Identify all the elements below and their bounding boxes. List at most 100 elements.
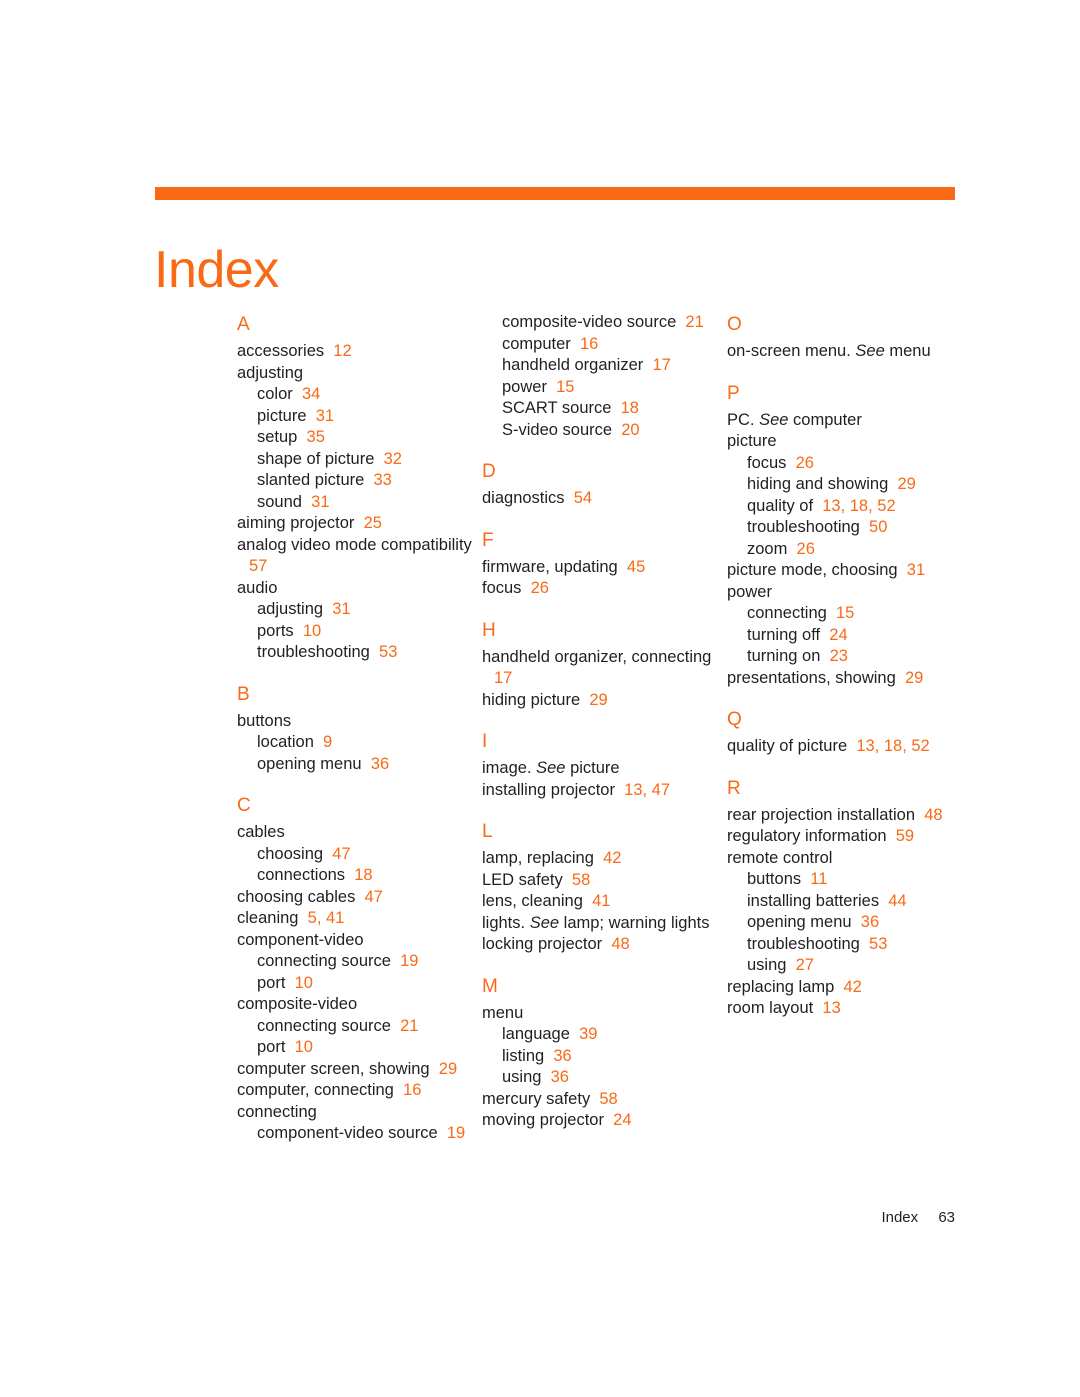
index-entry[interactable]: diagnostics 54 — [482, 488, 727, 510]
index-entry[interactable]: buttons 11 — [727, 869, 972, 891]
index-entry[interactable]: port 10 — [237, 1037, 482, 1059]
index-entry[interactable]: LED safety 58 — [482, 870, 727, 892]
index-entry[interactable]: component-video source 19 — [237, 1123, 482, 1145]
index-entry-pages[interactable]: 21 — [400, 1017, 418, 1035]
index-entry-pages[interactable]: 10 — [295, 1038, 313, 1056]
index-entry-pages[interactable]: 48 — [611, 935, 629, 953]
index-entry[interactable]: handheld organizer 17 — [482, 355, 727, 377]
index-entry[interactable]: composite-video — [237, 994, 482, 1016]
index-entry[interactable]: picture 31 — [237, 406, 482, 428]
index-entry-pages[interactable]: 13, 47 — [624, 781, 670, 799]
index-entry[interactable]: handheld organizer, connecting 17 — [482, 647, 727, 690]
index-entry-pages[interactable]: 36 — [553, 1047, 571, 1065]
index-entry[interactable]: installing projector 13, 47 — [482, 780, 727, 802]
index-entry[interactable]: choosing 47 — [237, 844, 482, 866]
index-entry-pages[interactable]: 11 — [810, 870, 827, 888]
index-entry[interactable]: regulatory information 59 — [727, 826, 972, 848]
index-entry-pages[interactable]: 45 — [627, 558, 645, 576]
index-entry[interactable]: replacing lamp 42 — [727, 977, 972, 999]
index-entry-pages[interactable]: 36 — [371, 755, 389, 773]
index-entry-pages[interactable]: 47 — [365, 888, 383, 906]
index-entry-pages[interactable]: 36 — [861, 913, 879, 931]
index-entry[interactable]: zoom 26 — [727, 539, 972, 561]
index-entry[interactable]: menu — [482, 1003, 727, 1025]
index-entry-pages[interactable]: 35 — [307, 428, 325, 446]
index-entry[interactable]: language 39 — [482, 1024, 727, 1046]
index-entry-pages[interactable]: 24 — [829, 626, 847, 644]
index-entry[interactable]: remote control — [727, 848, 972, 870]
index-entry[interactable]: using 36 — [482, 1067, 727, 1089]
index-entry[interactable]: mercury safety 58 — [482, 1089, 727, 1111]
index-entry[interactable]: buttons — [237, 711, 482, 733]
index-entry[interactable]: connecting — [237, 1102, 482, 1124]
index-entry[interactable]: analog video mode compatibility 57 — [237, 535, 482, 578]
index-entry-pages[interactable]: 15 — [836, 604, 854, 622]
index-entry-pages[interactable]: 47 — [332, 845, 350, 863]
index-entry[interactable]: shape of picture 32 — [237, 449, 482, 471]
index-entry[interactable]: presentations, showing 29 — [727, 668, 972, 690]
index-entry-pages[interactable]: 17 — [652, 356, 670, 374]
index-entry[interactable]: cables — [237, 822, 482, 844]
index-entry-pages[interactable]: 23 — [830, 647, 848, 665]
index-entry[interactable]: connecting source 21 — [237, 1016, 482, 1038]
index-entry[interactable]: focus 26 — [727, 453, 972, 475]
index-entry-pages[interactable]: 10 — [303, 622, 321, 640]
index-entry-pages[interactable]: 59 — [896, 827, 914, 845]
index-entry[interactable]: listing 36 — [482, 1046, 727, 1068]
index-entry-pages[interactable]: 57 — [249, 557, 267, 575]
index-entry[interactable]: aiming projector 25 — [237, 513, 482, 535]
index-entry-pages[interactable]: 50 — [869, 518, 887, 536]
index-entry[interactable]: firmware, updating 45 — [482, 557, 727, 579]
index-entry[interactable]: troubleshooting 50 — [727, 517, 972, 539]
index-entry-pages[interactable]: 33 — [374, 471, 392, 489]
index-entry-pages[interactable]: 13 — [822, 999, 840, 1017]
index-entry[interactable]: lights. See lamp; warning lights — [482, 913, 727, 935]
index-entry-pages[interactable]: 26 — [796, 454, 814, 472]
index-entry[interactable]: hiding and showing 29 — [727, 474, 972, 496]
index-entry[interactable]: audio — [237, 578, 482, 600]
index-entry-pages[interactable]: 29 — [897, 475, 915, 493]
index-entry[interactable]: on-screen menu. See menu — [727, 341, 972, 363]
index-entry-pages[interactable]: 24 — [613, 1111, 631, 1129]
index-entry[interactable]: troubleshooting 53 — [237, 642, 482, 664]
index-entry-pages[interactable]: 41 — [592, 892, 610, 910]
index-entry-pages[interactable]: 32 — [384, 450, 402, 468]
index-entry[interactable]: ports 10 — [237, 621, 482, 643]
index-entry-pages[interactable]: 31 — [907, 561, 925, 579]
index-entry[interactable]: room layout 13 — [727, 998, 972, 1020]
index-entry[interactable]: connections 18 — [237, 865, 482, 887]
index-entry[interactable]: computer 16 — [482, 334, 727, 356]
index-entry[interactable]: opening menu 36 — [237, 754, 482, 776]
index-entry[interactable]: turning off 24 — [727, 625, 972, 647]
index-entry-pages[interactable]: 19 — [400, 952, 418, 970]
index-entry[interactable]: opening menu 36 — [727, 912, 972, 934]
index-entry-pages[interactable]: 34 — [302, 385, 320, 403]
index-entry-pages[interactable]: 58 — [572, 871, 590, 889]
index-entry-pages[interactable]: 19 — [447, 1124, 465, 1142]
index-entry[interactable]: power — [727, 582, 972, 604]
index-entry-pages[interactable]: 54 — [574, 489, 592, 507]
index-entry-pages[interactable]: 16 — [403, 1081, 421, 1099]
index-entry-pages[interactable]: 18 — [621, 399, 639, 417]
index-entry-pages[interactable]: 39 — [579, 1025, 597, 1043]
index-entry[interactable]: SCART source 18 — [482, 398, 727, 420]
index-entry[interactable]: accessories 12 — [237, 341, 482, 363]
index-entry-pages[interactable]: 29 — [439, 1060, 457, 1078]
index-entry-pages[interactable]: 15 — [556, 378, 574, 396]
index-entry[interactable]: locking projector 48 — [482, 934, 727, 956]
index-entry[interactable]: lamp, replacing 42 — [482, 848, 727, 870]
index-entry-pages[interactable]: 48 — [924, 806, 942, 824]
index-entry-pages[interactable]: 25 — [364, 514, 382, 532]
index-entry-pages[interactable]: 42 — [603, 849, 621, 867]
index-entry[interactable]: port 10 — [237, 973, 482, 995]
index-entry-pages[interactable]: 31 — [332, 600, 350, 618]
index-entry[interactable]: image. See picture — [482, 758, 727, 780]
index-entry-pages[interactable]: 53 — [869, 935, 887, 953]
index-entry[interactable]: power 15 — [482, 377, 727, 399]
index-entry[interactable]: adjusting 31 — [237, 599, 482, 621]
index-entry-pages[interactable]: 29 — [905, 669, 923, 687]
index-entry[interactable]: picture mode, choosing 31 — [727, 560, 972, 582]
index-entry[interactable]: computer, connecting 16 — [237, 1080, 482, 1102]
index-entry-pages[interactable]: 26 — [797, 540, 815, 558]
index-entry[interactable]: sound 31 — [237, 492, 482, 514]
